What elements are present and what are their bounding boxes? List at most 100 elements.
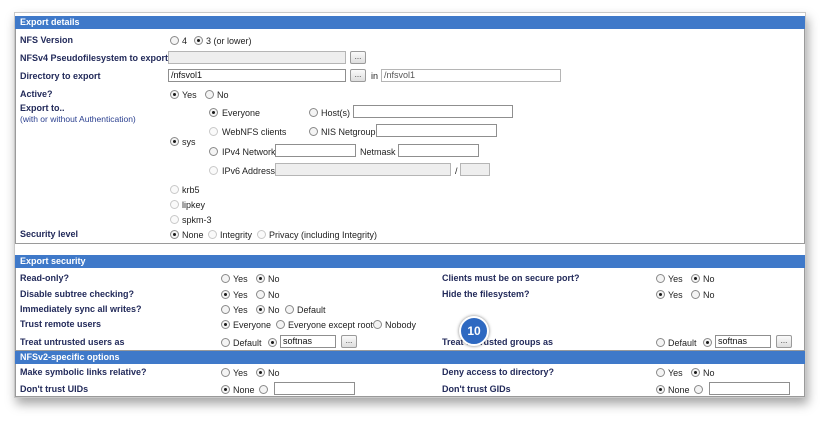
hide-fs-yes-radio[interactable] (656, 290, 665, 299)
sync-no-radio[interactable] (256, 305, 265, 314)
netgroup-label: NIS Netgroup (321, 127, 376, 137)
pseudofs-label: NFSv4 Pseudofilesystem to export (20, 53, 169, 63)
security-none-radio[interactable] (170, 230, 179, 239)
hide-fs-no-radio[interactable] (691, 290, 700, 299)
read-only-no-radio[interactable] (256, 274, 265, 283)
gids-value-radio[interactable] (694, 385, 703, 394)
netmask-label: Netmask (360, 147, 396, 157)
subtree-yes-radio[interactable] (221, 290, 230, 299)
symlinks-label: Make symbolic links relative? (20, 367, 147, 377)
directory-in-label: in (371, 71, 379, 81)
krb5-label: krb5 (182, 185, 200, 195)
pseudofs-browse-button[interactable]: ... (350, 51, 366, 64)
security-privacy-label: Privacy (including Integrity) (269, 230, 378, 240)
security-integrity-radio[interactable] (208, 230, 217, 239)
symlinks-yes-radio[interactable] (221, 368, 230, 377)
symlinks-no-radio[interactable] (256, 368, 265, 377)
deny-dir-label: Deny access to directory? (442, 367, 555, 377)
deny-dir-yes-radio[interactable] (656, 368, 665, 377)
gids-none-label: None (668, 385, 690, 395)
sys-radio[interactable] (170, 137, 179, 146)
everyone-label: Everyone (222, 108, 261, 118)
subtree-no-radio[interactable] (256, 290, 265, 299)
hosts-input[interactable] (353, 105, 513, 118)
krb5-radio[interactable] (170, 185, 179, 194)
untrusted-users-input[interactable]: softnas (280, 335, 336, 348)
sync-default-radio[interactable] (285, 305, 294, 314)
nfs-version-3-radio[interactable] (194, 36, 203, 45)
trust-nobody-radio[interactable] (373, 320, 382, 329)
secure-port-yes-label: Yes (668, 274, 683, 284)
untrusted-users-value-radio[interactable] (268, 338, 277, 347)
ipv6-radio[interactable] (209, 166, 218, 175)
directory-input[interactable]: /nfsvol1 (168, 69, 346, 82)
lipkey-label: lipkey (182, 200, 206, 210)
hide-fs-label: Hide the filesystem? (442, 289, 530, 299)
security-integrity-label: Integrity (220, 230, 253, 240)
security-privacy-radio[interactable] (257, 230, 266, 239)
webnfs-label: WebNFS clients (222, 127, 287, 137)
sys-label: sys (182, 137, 196, 147)
trust-remote-label: Trust remote users (20, 319, 102, 329)
secure-port-no-label: No (703, 274, 715, 284)
netmask-input[interactable] (398, 144, 479, 157)
untrusted-users-default-label: Default (233, 338, 262, 348)
export-security-header: Export security (15, 255, 805, 268)
ipv4-network-input[interactable] (275, 144, 356, 157)
uids-none-radio[interactable] (221, 385, 230, 394)
nfs-version-3-label: 3 (or lower) (206, 36, 252, 46)
hide-fs-no-label: No (703, 290, 715, 300)
deny-dir-no-label: No (703, 368, 715, 378)
sync-yes-radio[interactable] (221, 305, 230, 314)
deny-dir-yes-label: Yes (668, 368, 683, 378)
everyone-radio[interactable] (209, 108, 218, 117)
active-no-label: No (217, 90, 229, 100)
spkm3-radio[interactable] (170, 215, 179, 224)
netgroup-radio[interactable] (309, 127, 318, 136)
ipv4-label: IPv4 Network (222, 147, 276, 157)
ipv6-address-input[interactable] (275, 163, 451, 176)
secure-port-yes-radio[interactable] (656, 274, 665, 283)
symlinks-no-label: No (268, 368, 280, 378)
hide-fs-yes-label: Yes (668, 290, 683, 300)
lipkey-radio[interactable] (170, 200, 179, 209)
read-only-no-label: No (268, 274, 280, 284)
security-none-label: None (182, 230, 204, 240)
uids-input[interactable] (274, 382, 355, 395)
nfs-version-4-radio[interactable] (170, 36, 179, 45)
trust-except-root-radio[interactable] (276, 320, 285, 329)
read-only-yes-label: Yes (233, 274, 248, 284)
directory-browse-button[interactable]: ... (350, 69, 366, 82)
active-no-radio[interactable] (205, 90, 214, 99)
sync-no-label: No (268, 305, 280, 315)
directory-label: Directory to export (20, 71, 101, 81)
secure-port-no-radio[interactable] (691, 274, 700, 283)
gids-label: Don't trust GIDs (442, 384, 511, 394)
uids-none-label: None (233, 385, 255, 395)
nfsv2-header: NFSv2-specific options (15, 351, 805, 364)
untrusted-groups-browse-button[interactable]: ... (776, 335, 792, 348)
untrusted-groups-value-radio[interactable] (703, 338, 712, 347)
gids-none-radio[interactable] (656, 385, 665, 394)
deny-dir-no-radio[interactable] (691, 368, 700, 377)
gids-input[interactable] (709, 382, 790, 395)
untrusted-users-browse-button[interactable]: ... (341, 335, 357, 348)
active-yes-label: Yes (182, 90, 197, 100)
untrusted-users-default-radio[interactable] (221, 338, 230, 347)
untrusted-groups-label: Treat untrusted groups as (442, 337, 554, 347)
subtree-label: Disable subtree checking? (20, 289, 135, 299)
untrusted-groups-input[interactable]: softnas (715, 335, 771, 348)
untrusted-groups-default-radio[interactable] (656, 338, 665, 347)
nfs-version-4-label: 4 (182, 36, 188, 46)
active-yes-radio[interactable] (170, 90, 179, 99)
netgroup-input[interactable] (376, 124, 497, 137)
trust-everyone-radio[interactable] (221, 320, 230, 329)
webnfs-radio[interactable] (209, 127, 218, 136)
pseudofs-input[interactable] (168, 51, 346, 64)
read-only-yes-radio[interactable] (221, 274, 230, 283)
hosts-radio[interactable] (309, 108, 318, 117)
sync-yes-label: Yes (233, 305, 248, 315)
ipv6-prefix-input[interactable] (460, 163, 490, 176)
ipv4-radio[interactable] (209, 147, 218, 156)
uids-value-radio[interactable] (259, 385, 268, 394)
